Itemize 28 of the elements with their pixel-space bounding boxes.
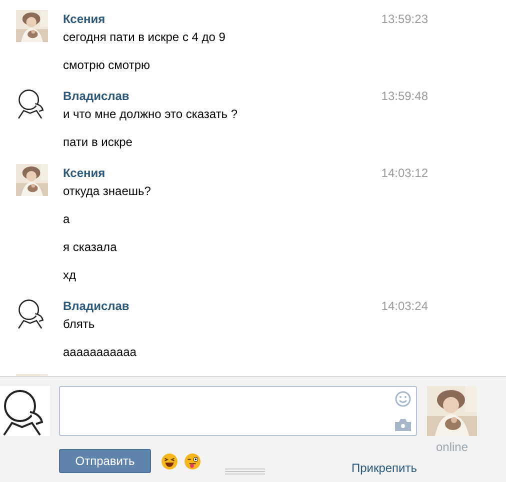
message-text: блять (63, 317, 96, 331)
laughing-emoji-icon[interactable] (161, 452, 178, 470)
message-time: 14:03:24 (381, 299, 428, 313)
cartoon-avatar-drawing (0, 386, 50, 436)
message-text: откуда знаешь? (63, 184, 152, 198)
message-text: хд (63, 268, 78, 282)
attach-link[interactable]: Прикрепить (351, 459, 417, 477)
message-text: смотрю смотрю (63, 58, 151, 72)
message-text: ааааааааааа (63, 345, 138, 359)
author-name[interactable]: Ксения (63, 166, 106, 180)
online-status: online (436, 439, 468, 456)
message-input[interactable] (59, 386, 417, 436)
author-name[interactable]: Владислав (63, 89, 130, 103)
resize-handle[interactable] (225, 468, 265, 476)
message-text: пати в искре (63, 135, 134, 149)
smiley-icon[interactable] (395, 391, 411, 407)
winking-tongue-emoji-icon[interactable] (184, 452, 201, 470)
camera-icon[interactable] (395, 419, 411, 431)
message-text: а (63, 212, 71, 226)
message-text: я сказала (63, 240, 118, 254)
message-text: сегодня пати в искре с 4 до 9 (63, 30, 226, 44)
send-button[interactable]: Отправить (59, 449, 151, 473)
author-name[interactable]: Владислав (63, 299, 130, 313)
message-time: 13:59:48 (381, 89, 428, 103)
message-time: 14:03:12 (381, 166, 428, 180)
author-name[interactable]: Ксения (63, 12, 106, 26)
message-text: и что мне должно это сказать ? (63, 107, 239, 121)
message-time: 13:59:23 (381, 12, 428, 26)
